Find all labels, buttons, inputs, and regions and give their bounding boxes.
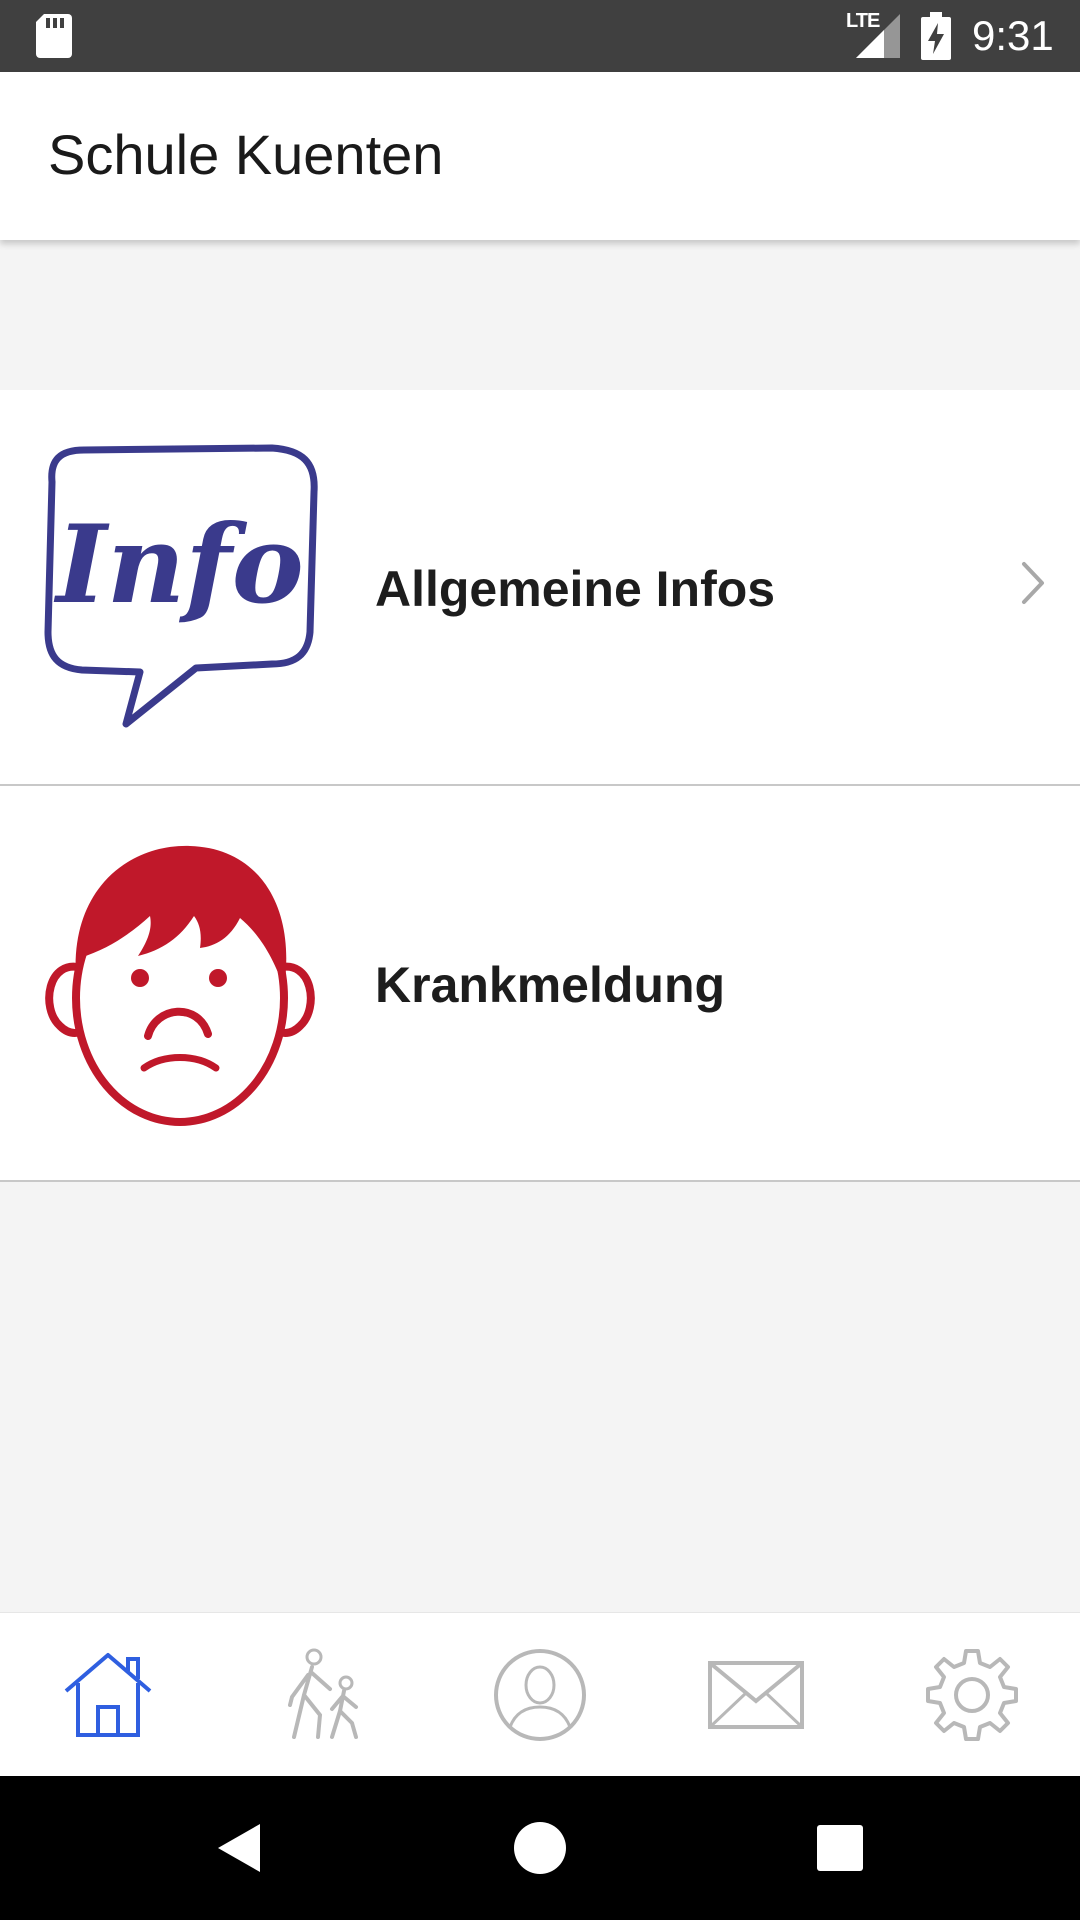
sd-card-icon <box>36 14 72 58</box>
sad-face-icon <box>45 845 315 1126</box>
info-image-text: Info <box>53 502 304 628</box>
network-type-label: LTE <box>846 10 880 32</box>
list-item-allgemeine-infos[interactable]: Info Allgemeine Infos <box>0 390 1080 786</box>
list-item-label: Allgemeine Infos <box>375 561 776 617</box>
home-icon <box>64 1653 152 1737</box>
battery-charging-icon <box>921 12 951 60</box>
menu-list: Info Allgemeine Infos Krankmeldung <box>0 390 1080 1182</box>
tab-walking[interactable] <box>216 1613 432 1777</box>
list-item-label: Krankmeldung <box>375 957 726 1013</box>
list-item-krankmeldung[interactable]: Krankmeldung <box>0 786 1080 1182</box>
status-bar: LTE 9:31 <box>0 0 1080 72</box>
chevron-right-icon <box>1022 562 1044 604</box>
profile-icon <box>494 1649 586 1741</box>
walking-people-icon <box>288 1648 358 1739</box>
page-title: Schule Kuenten <box>48 123 444 186</box>
system-navigation-bar <box>0 1776 1080 1920</box>
info-speech-bubble-icon: Info <box>44 444 318 728</box>
bottom-navigation <box>0 1612 1080 1777</box>
mail-icon <box>708 1661 804 1729</box>
tab-profile[interactable] <box>432 1613 648 1777</box>
back-icon[interactable] <box>204 1812 276 1884</box>
home-circle-icon[interactable] <box>504 1812 576 1884</box>
tab-messages[interactable] <box>648 1613 864 1777</box>
app-bar: Schule Kuenten <box>0 72 1080 240</box>
tab-home[interactable] <box>0 1613 216 1777</box>
recents-icon[interactable] <box>804 1812 876 1884</box>
tab-settings[interactable] <box>864 1613 1080 1777</box>
gear-icon <box>926 1649 1018 1741</box>
status-time: 9:31 <box>972 12 1054 59</box>
